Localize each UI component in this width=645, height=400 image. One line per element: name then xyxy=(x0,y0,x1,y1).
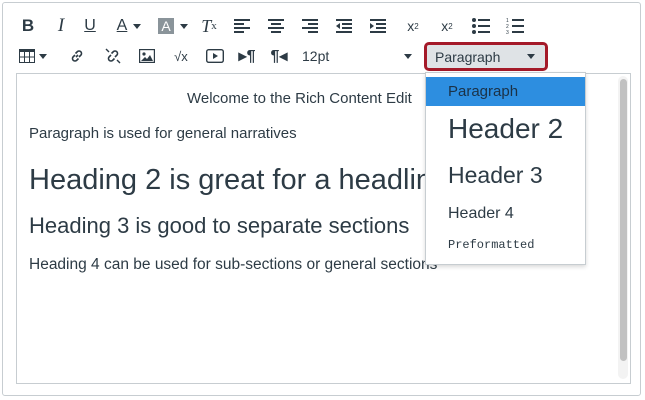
media-icon[interactable] xyxy=(204,43,226,69)
math-equation-icon[interactable]: √x xyxy=(170,43,192,69)
text-color-button[interactable]: A xyxy=(110,13,148,39)
dropdown-option-preformatted[interactable]: Preformatted xyxy=(426,233,585,257)
superscript-icon[interactable]: x2 xyxy=(402,13,424,39)
font-size-value: 12pt xyxy=(302,48,330,64)
link-icon[interactable] xyxy=(66,43,88,69)
dropdown-option-paragraph[interactable]: Paragraph xyxy=(426,77,585,106)
clear-formatting-icon[interactable]: Tx xyxy=(198,13,220,39)
underline-icon[interactable]: U xyxy=(82,13,98,39)
unlink-icon[interactable] xyxy=(102,43,124,69)
editor-welcome-text: Welcome to the Rich Content Edit xyxy=(187,90,412,107)
indent-icon[interactable] xyxy=(366,13,390,39)
subscript-icon[interactable]: x2 xyxy=(436,13,458,39)
editor-heading-3: Heading 3 is good to separate sections xyxy=(29,213,410,238)
image-icon[interactable] xyxy=(136,43,158,69)
background-color-button[interactable]: A xyxy=(154,13,192,39)
ltr-paragraph-icon[interactable]: ▸¶ xyxy=(236,43,258,69)
italic-icon[interactable]: I xyxy=(54,13,68,39)
toolbar-row-1: B I U A A Tx x2 x2 123 xyxy=(18,13,631,39)
table-button[interactable] xyxy=(18,43,48,69)
editor-paragraph-text: Paragraph is used for general narratives xyxy=(29,125,297,142)
editor-heading-4: Heading 4 can be used for sub-sections o… xyxy=(29,256,438,273)
dropdown-option-header-4[interactable]: Header 4 xyxy=(426,201,585,227)
rtl-paragraph-icon[interactable]: ¶◂ xyxy=(268,43,290,69)
outdent-icon[interactable] xyxy=(332,13,356,39)
chevron-down-icon xyxy=(39,53,47,59)
bold-icon[interactable]: B xyxy=(18,13,38,39)
svg-text:3: 3 xyxy=(506,30,509,35)
format-dropdown-menu: Paragraph Header 2 Header 3 Header 4 Pre… xyxy=(425,72,586,265)
background-color-icon: A xyxy=(158,18,174,34)
format-select[interactable]: Paragraph xyxy=(424,42,548,71)
font-size-select[interactable]: 12pt xyxy=(302,44,412,68)
chevron-down-icon xyxy=(527,54,535,59)
align-left-icon[interactable] xyxy=(230,13,254,39)
editor-scrollbar[interactable] xyxy=(618,76,628,379)
align-center-icon[interactable] xyxy=(264,13,288,39)
scrollbar-thumb[interactable] xyxy=(620,79,627,361)
dropdown-option-header-3[interactable]: Header 3 xyxy=(426,159,585,191)
table-icon xyxy=(19,49,35,63)
chevron-down-icon xyxy=(179,23,188,29)
bullet-list-icon[interactable] xyxy=(470,13,492,39)
format-select-value: Paragraph xyxy=(435,48,501,65)
editor-heading-2: Heading 2 is great for a headline xyxy=(29,164,449,196)
numbered-list-icon[interactable]: 123 xyxy=(504,13,526,39)
chevron-down-icon xyxy=(133,23,142,29)
text-color-icon: A xyxy=(116,17,128,34)
dropdown-option-header-2[interactable]: Header 2 xyxy=(426,110,585,148)
chevron-down-icon xyxy=(404,53,412,59)
align-right-icon[interactable] xyxy=(298,13,322,39)
